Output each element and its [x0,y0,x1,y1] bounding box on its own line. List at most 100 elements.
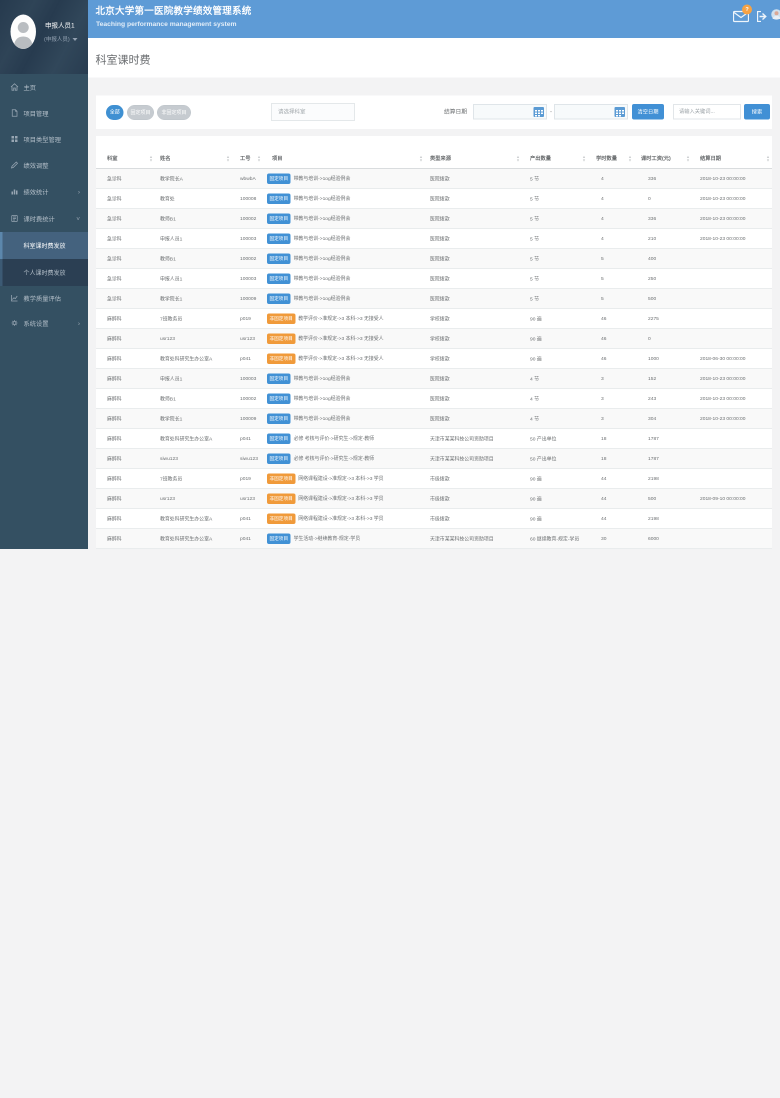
cell-hours: 46 [588,349,634,369]
user-avatar-small[interactable] [771,9,780,20]
column-header-5[interactable]: 类型来源▴▾ [425,149,522,169]
cell-project: 固定项目带教与培训->1og经验例会 [263,189,425,209]
cell-id: p019 [232,469,263,489]
sidebar-item-3[interactable]: 项目类型管理 [0,126,88,152]
cell-wage: 400 [634,249,692,269]
cell-wage: 500 [634,289,692,309]
department-select[interactable]: 请选择科室 [271,103,355,121]
cell-source: 天津市某某科技公司资助项目 [425,449,522,469]
cell-source: 市级拨款 [425,469,522,489]
avatar[interactable] [11,15,37,50]
cell-hours: 4 [588,189,634,209]
table-row-7[interactable]: 急诊科教学院长1100009固定项目带教与培训->1og经验例会医院拨款5 节5… [96,289,772,309]
sort-icon[interactable]: ▴▾ [150,155,152,162]
sort-icon[interactable]: ▴▾ [258,155,260,162]
cell-date [692,529,772,549]
cell-wage: 0 [634,189,692,209]
cell-source: 医院拨款 [425,389,522,409]
table-row-4[interactable]: 急诊科申报人员1100003固定项目带教与培训->1og经验例会医院拨款5 节4… [96,229,772,249]
sidebar: 申报人员1 (申报人员) 主页项目管理项目类型管理绩效调整绩效统计›课时费统计˅… [0,0,88,549]
search-button[interactable]: 搜索 [744,104,770,120]
column-header-2[interactable]: 姓名▴▾ [155,149,232,169]
chevron-right-icon: › [78,188,80,196]
date-end-input[interactable] [554,104,628,120]
sidebar-item-6[interactable]: 课时费统计˅ [0,205,88,232]
column-header-6[interactable]: 产出数量▴▾ [522,149,588,169]
cell-id: p041 [232,509,263,529]
column-header-3[interactable]: 工号▴▾ [232,149,263,169]
column-header-7[interactable]: 学时数量▴▾ [588,149,634,169]
date-range-label: 结算日期 [444,108,467,116]
table-row-1[interactable]: 急诊科教学院长AwbwbA固定项目带教与培训->1og经验例会医院拨款5 节43… [96,169,772,189]
cell-source: 医院拨款 [425,189,522,209]
gear-icon [11,319,19,327]
sidebar-item-5[interactable]: 绩效统计› [0,178,88,205]
sidebar-item-label: 主页 [24,82,37,92]
project-type-badge: 固定项目 [267,393,291,404]
project-type-badge: 固定项目 [267,273,291,284]
table-row-8[interactable]: 麻醉科7班教务员p019非固定项目教学评价->准规定->3 本科->3 无接受人… [96,309,772,329]
cell-dept: 急诊科 [96,249,155,269]
table-row-17[interactable]: 麻醉科usr123usr123非固定项目网络课程建设->准规定->3 本科->3… [96,489,772,509]
sort-icon[interactable]: ▴▾ [767,155,769,162]
table-header-row: 科室▴▾姓名▴▾工号▴▾项目▴▾类型来源▴▾产出数量▴▾学时数量▴▾课时工资(元… [96,149,772,169]
sidebar-item-10[interactable]: 系统设置› [0,310,88,336]
sidebar-item-7[interactable]: 科室课时费发放 [0,232,88,259]
cell-wage: 336 [634,169,692,189]
keyword-input[interactable]: 请输入关键词... [673,104,741,120]
sidebar-item-1[interactable]: 主页 [0,74,88,100]
table-row-10[interactable]: 麻醉科教育处科研究生办公室Ap041非固定项目教学评价->准规定->3 本科->… [96,349,772,369]
column-header-9[interactable]: 结算日期▴▾ [692,149,772,169]
column-header-8[interactable]: 课时工资(元)▴▾ [634,149,692,169]
cell-name: usr123 [155,329,232,349]
sort-icon[interactable]: ▴▾ [420,155,422,162]
clear-date-button[interactable]: 清空日期 [632,104,664,120]
date-start-input[interactable] [473,104,547,120]
logout-button[interactable] [757,11,767,22]
table-row-15[interactable]: 麻醉科siwu123siwu123固定项目必修 考核与评价->研究生->规定-教… [96,449,772,469]
sort-icon[interactable]: ▴▾ [583,155,585,162]
table-row-18[interactable]: 麻醉科教育处科研究生办公室Ap041非固定项目网络课程建设->准规定->3 本科… [96,509,772,529]
table-row-3[interactable]: 急诊科教师B1100002固定项目带教与培训->1og经验例会医院拨款5 节43… [96,209,772,229]
cell-name: 教育处科研究生办公室A [155,529,232,549]
sidebar-item-4[interactable]: 绩效调整 [0,152,88,178]
project-type-badge: 非固定项目 [267,333,295,344]
table-row-5[interactable]: 急诊科教师B1100002固定项目带教与培训->1og经验例会医院拨款5 节54… [96,249,772,269]
cell-dept: 麻醉科 [96,529,155,549]
table-row-16[interactable]: 麻醉科7班教务员p019非固定项目网络课程建设->准规定->3 本科->3 学员… [96,469,772,489]
sidebar-item-2[interactable]: 项目管理 [0,100,88,126]
table-row-12[interactable]: 麻醉科教师B1100002固定项目带教与培训->1og经验例会医院拨款4 节32… [96,389,772,409]
page-heading: 科室课时费 [88,38,780,78]
column-header-1[interactable]: 科室▴▾ [96,149,155,169]
cell-hours: 46 [588,329,634,349]
sort-icon[interactable]: ▴▾ [687,155,689,162]
filter-pill-fixed[interactable]: 固定项目 [127,105,154,120]
cell-id: 100008 [232,189,263,209]
table-row-2[interactable]: 急诊科教育处100008固定项目带教与培训->1og经验例会医院拨款5 节402… [96,189,772,209]
cell-output: 60 继续教育-规定-学员 [522,529,588,549]
table-row-6[interactable]: 急诊科申报人员1100003固定项目带教与培训->1og经验例会医院拨款5 节5… [96,269,772,289]
table-row-11[interactable]: 麻醉科申报人员1100003固定项目带教与培训->1og经验例会医院拨款4 节3… [96,369,772,389]
notification-badge[interactable]: ? [742,5,752,15]
user-role-dropdown[interactable]: (申报人员) [44,35,78,43]
sidebar-item-8[interactable]: 个人课时费发放 [0,259,88,286]
person-icon [11,15,37,50]
table-row-9[interactable]: 麻醉科usr123usr123非固定项目教学评价->准规定->3 本科->3 无… [96,329,772,349]
cell-hours: 44 [588,469,634,489]
table-row-13[interactable]: 麻醉科教学院长1100009固定项目带教与培训->1og经验例会医院拨款4 节3… [96,409,772,429]
filter-pill-nonfixed[interactable]: 非固定项目 [157,105,191,120]
table-row-14[interactable]: 麻醉科教育处科研究生办公室Ap041固定项目必修 考核与评价->研究生->规定-… [96,429,772,449]
app-window: 申报人员1 (申报人员) 主页项目管理项目类型管理绩效调整绩效统计›课时费统计˅… [0,0,780,549]
column-header-4[interactable]: 项目▴▾ [263,149,425,169]
bar-chart-icon [11,188,19,196]
cell-project: 固定项目带教与培训->1og经验例会 [263,269,425,289]
cell-source: 学校拨款 [425,309,522,329]
filter-pill-all[interactable]: 全部 [106,105,124,120]
sort-icon[interactable]: ▴▾ [227,155,229,162]
table-row-19[interactable]: 麻醉科教育处科研究生办公室Ap041固定项目学生活动->继续教育-规定-学员天津… [96,529,772,549]
sort-icon[interactable]: ▴▾ [517,155,519,162]
sort-icon[interactable]: ▴▾ [629,155,631,162]
sidebar-item-9[interactable]: 教学质量评估 [0,286,88,310]
cell-hours: 44 [588,509,634,529]
sidebar-item-label: 项目类型管理 [24,134,62,144]
